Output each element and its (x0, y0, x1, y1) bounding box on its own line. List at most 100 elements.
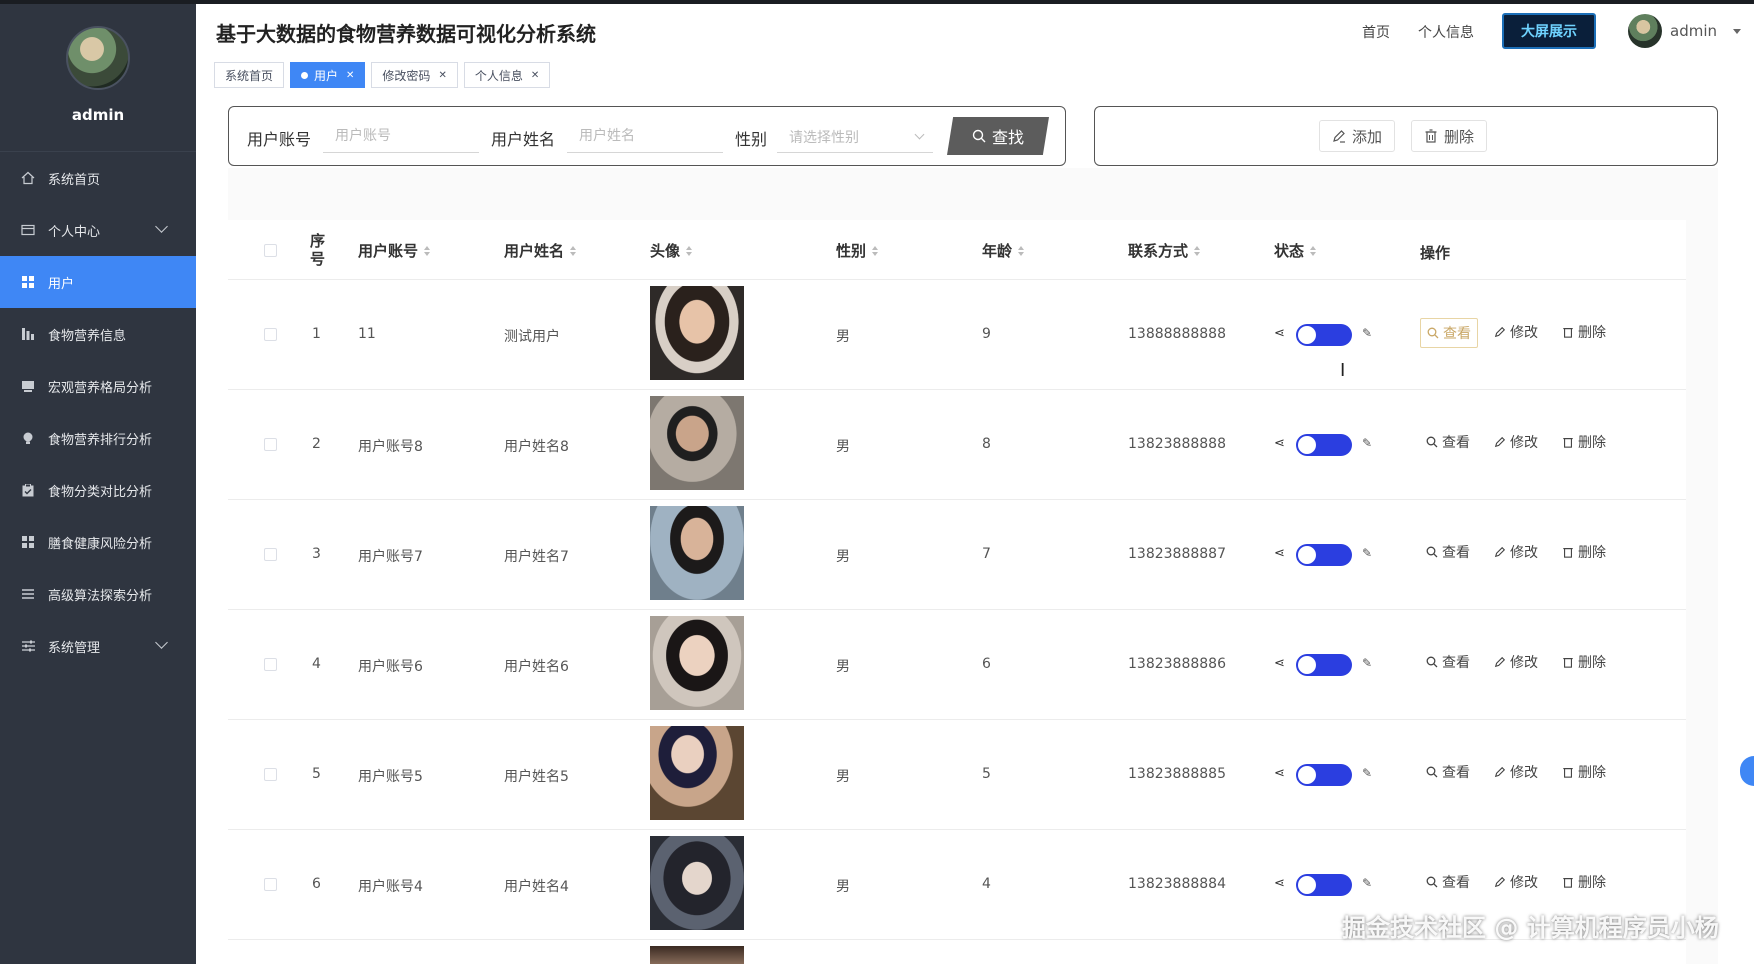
sidebar-item-home[interactable]: 系统首页 (0, 152, 196, 204)
edit-button[interactable]: 修改 (1494, 872, 1538, 892)
delete-row-button[interactable]: 删除 (1562, 542, 1606, 562)
delete-row-button[interactable]: 删除 (1562, 652, 1606, 672)
side-drawer-toggle[interactable] (1740, 756, 1754, 786)
tab-profile[interactable]: 个人信息 ✕ (463, 62, 551, 88)
sidebar-item-risk[interactable]: 膳食健康风险分析 (0, 516, 196, 568)
view-button[interactable]: 查看 (1426, 432, 1470, 452)
sidebar-item-personal[interactable]: 个人中心 (0, 204, 196, 256)
edit-icon[interactable]: ✎ (1362, 766, 1372, 780)
user-avatar-photo[interactable] (650, 396, 744, 490)
col-gender-header[interactable]: 性别 (836, 240, 879, 261)
edit-button[interactable]: 修改 (1494, 322, 1538, 342)
delete-label: 删除 (1578, 655, 1606, 671)
sort-icon[interactable] (570, 245, 577, 256)
sidebar-item-ranking[interactable]: 食物营养排行分析 (0, 412, 196, 464)
tab-change-password[interactable]: 修改密码 ✕ (371, 62, 458, 88)
user-avatar-photo[interactable] (650, 836, 744, 930)
sidebar-item-category[interactable]: 食物分类对比分析 (0, 464, 196, 516)
col-contact-header[interactable]: 联系方式 (1128, 240, 1201, 261)
delete-label: 删除 (1578, 435, 1606, 451)
edit-button[interactable]: 修改 (1494, 762, 1538, 782)
caret-down-icon[interactable] (1733, 29, 1741, 34)
search-button[interactable]: 查找 (947, 117, 1049, 155)
user-avatar-photo[interactable] (650, 616, 744, 710)
edit-icon[interactable]: ✎ (1362, 876, 1372, 890)
sort-icon[interactable] (1018, 245, 1025, 256)
status-toggle[interactable] (1296, 874, 1352, 896)
bigscreen-button[interactable]: 大屏展示 (1502, 13, 1596, 49)
delete-row-button[interactable]: 删除 (1562, 432, 1606, 452)
sort-icon[interactable] (872, 245, 879, 256)
delete-row-button[interactable]: 删除 (1562, 872, 1606, 892)
view-button[interactable]: 查看 (1420, 318, 1478, 348)
sort-icon[interactable] (1194, 245, 1201, 256)
account-input[interactable] (323, 119, 479, 153)
row-checkbox[interactable] (264, 328, 277, 341)
select-all-checkbox[interactable] (264, 244, 277, 257)
gender-select[interactable]: 请选择性别 (777, 119, 933, 153)
edit-icon[interactable]: ✎ (1362, 656, 1372, 670)
avatar[interactable] (1628, 14, 1662, 48)
edit-icon[interactable]: ✎ (1362, 546, 1372, 560)
edit-button[interactable]: 修改 (1494, 652, 1538, 672)
row-checkbox[interactable] (264, 548, 277, 561)
sort-icon[interactable] (424, 245, 431, 256)
col-avatar-header[interactable]: 头像 (650, 240, 693, 261)
edit-icon[interactable]: ✎ (1362, 436, 1372, 450)
status-toggle[interactable] (1296, 544, 1352, 566)
tab-users[interactable]: 用户 ✕ (290, 62, 366, 88)
edit-label: 修改 (1510, 435, 1538, 451)
tab-home[interactable]: 系统首页 (214, 62, 285, 88)
sidebar-item-users[interactable]: 用户 (0, 256, 196, 308)
user-avatar-photo[interactable] (650, 286, 744, 380)
view-button[interactable]: 查看 (1426, 652, 1470, 672)
view-button[interactable]: 查看 (1426, 542, 1470, 562)
share-icon[interactable]: ⋖ (1274, 436, 1285, 451)
status-toggle[interactable] (1296, 324, 1352, 346)
edit-icon[interactable]: ✎ (1362, 326, 1372, 340)
share-icon[interactable]: ⋖ (1274, 326, 1285, 341)
row-checkbox[interactable] (264, 658, 277, 671)
col-age-header[interactable]: 年龄 (982, 240, 1025, 261)
row-checkbox[interactable] (264, 878, 277, 891)
delete-button[interactable]: 删除 (1411, 120, 1488, 152)
close-icon[interactable]: ✕ (346, 70, 354, 81)
header-username[interactable]: admin (1670, 22, 1717, 40)
cell-account: 用户账号7 (358, 549, 423, 565)
col-status-header[interactable]: 状态 (1274, 240, 1317, 261)
user-avatar-photo[interactable] (650, 946, 744, 964)
sidebar-item-system[interactable]: 系统管理 (0, 620, 196, 672)
user-avatar-photo[interactable] (650, 726, 744, 820)
row-checkbox[interactable] (264, 438, 277, 451)
edit-button[interactable]: 修改 (1494, 542, 1538, 562)
name-input[interactable] (567, 119, 723, 153)
sidebar-item-food-info[interactable]: 食物营养信息 (0, 308, 196, 360)
sort-icon[interactable] (686, 245, 693, 256)
nav-profile-link[interactable]: 个人信息 (1418, 22, 1474, 42)
col-account-header[interactable]: 用户账号 (358, 240, 431, 261)
edit-button[interactable]: 修改 (1494, 432, 1538, 452)
status-toggle[interactable] (1296, 434, 1352, 456)
sort-icon[interactable] (1310, 245, 1317, 256)
status-toggle[interactable] (1296, 654, 1352, 676)
sidebar-item-algorithm[interactable]: 高级算法探索分析 (0, 568, 196, 620)
col-name-header[interactable]: 用户姓名 (504, 240, 577, 261)
view-button[interactable]: 查看 (1426, 762, 1470, 782)
sidebar-item-macro[interactable]: 宏观营养格局分析 (0, 360, 196, 412)
add-button[interactable]: 添加 (1319, 120, 1396, 152)
share-icon[interactable]: ⋖ (1274, 656, 1285, 671)
delete-row-button[interactable]: 删除 (1562, 322, 1606, 342)
cell-index: 1 (312, 326, 321, 342)
share-icon[interactable]: ⋖ (1274, 766, 1285, 781)
view-button[interactable]: 查看 (1426, 872, 1470, 892)
row-checkbox[interactable] (264, 768, 277, 781)
share-icon[interactable]: ⋖ (1274, 546, 1285, 561)
share-icon[interactable]: ⋖ (1274, 876, 1285, 891)
user-avatar-photo[interactable] (650, 506, 744, 600)
delete-row-button[interactable]: 删除 (1562, 762, 1606, 782)
status-toggle[interactable] (1296, 764, 1352, 786)
sidebar-username: admin (71, 106, 125, 124)
nav-home-link[interactable]: 首页 (1362, 22, 1390, 42)
close-icon[interactable]: ✕ (531, 70, 539, 81)
close-icon[interactable]: ✕ (438, 70, 446, 81)
